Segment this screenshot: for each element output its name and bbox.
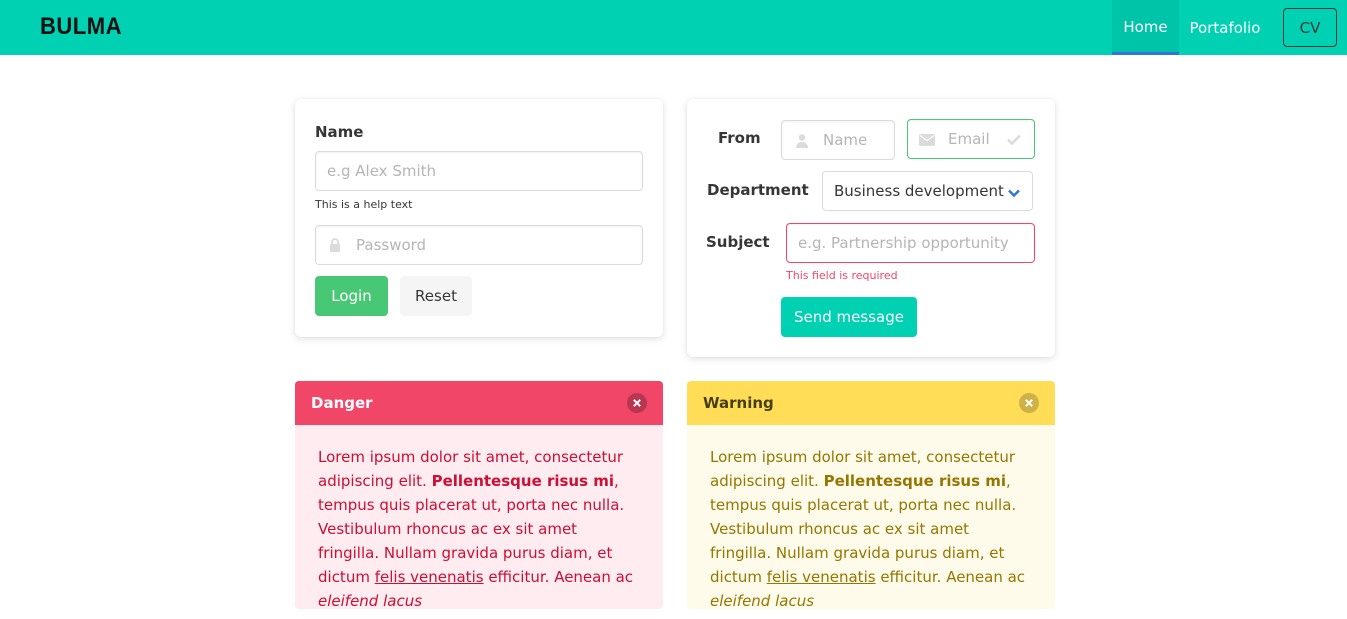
brand-logo[interactable]: BULMA (40, 13, 122, 41)
danger-link[interactable]: felis venenatis (375, 568, 484, 586)
subject-error: This field is required (786, 269, 898, 282)
from-name-input[interactable]: Name (781, 120, 895, 160)
nav-item-portafolio[interactable]: Portafolio (1179, 0, 1271, 55)
danger-message: Danger Lorem ipsum dolor sit amet, conse… (295, 381, 663, 609)
email-placeholder: Email (948, 130, 990, 148)
user-icon (795, 133, 809, 148)
danger-text-3: efficitur. Aenean ac (483, 568, 634, 586)
warning-text-3: efficitur. Aenean ac (875, 568, 1026, 586)
warning-link[interactable]: felis venenatis (767, 568, 876, 586)
nav-item-home[interactable]: Home (1112, 0, 1179, 55)
navbar: BULMA Home Portafolio CV (0, 0, 1347, 55)
danger-bold: Pellentesque risus mi (431, 472, 615, 490)
close-icon[interactable] (1019, 393, 1039, 413)
warning-message-header: Warning (687, 381, 1055, 425)
subject-placeholder: e.g. Partnership opportunity (798, 234, 1009, 252)
name-input[interactable]: e.g Alex Smith (315, 151, 643, 191)
danger-italic: eleifend lacus (318, 592, 423, 609)
danger-message-body: Lorem ipsum dolor sit amet, consectetur … (295, 425, 663, 609)
envelope-icon (919, 133, 935, 146)
subject-input[interactable]: e.g. Partnership opportunity (786, 223, 1035, 263)
warning-title: Warning (703, 394, 774, 412)
department-label: Department (707, 181, 809, 199)
cv-button[interactable]: CV (1283, 8, 1337, 47)
chevron-down-icon (1008, 184, 1020, 198)
close-icon[interactable] (627, 393, 647, 413)
password-input[interactable]: Password (315, 225, 643, 265)
reset-button[interactable]: Reset (400, 276, 472, 316)
danger-title: Danger (311, 394, 373, 412)
name-placeholder: e.g Alex Smith (327, 162, 437, 180)
department-value: Business development (834, 182, 1004, 200)
subject-label: Subject (706, 233, 770, 251)
login-card: Name e.g Alex Smith This is a help text … (295, 99, 663, 337)
warning-message-body: Lorem ipsum dolor sit amet, consectetur … (687, 425, 1055, 609)
from-name-placeholder: Name (823, 131, 868, 149)
check-icon (1006, 132, 1022, 146)
warning-bold: Pellentesque risus mi (823, 472, 1007, 490)
warning-message: Warning Lorem ipsum dolor sit amet, cons… (687, 381, 1055, 609)
password-placeholder: Password (356, 236, 427, 254)
send-message-button[interactable]: Send message (781, 297, 917, 337)
department-select[interactable]: Business development (822, 171, 1033, 211)
contact-card: From Name Email Department Business deve… (687, 99, 1055, 357)
warning-italic: eleifend lacus (710, 592, 815, 609)
email-input[interactable]: Email (907, 119, 1035, 159)
help-text: This is a help text (315, 198, 413, 211)
login-button[interactable]: Login (315, 276, 388, 316)
danger-message-header: Danger (295, 381, 663, 425)
name-label: Name (315, 123, 364, 141)
lock-icon (328, 238, 342, 252)
from-label: From (718, 129, 761, 147)
